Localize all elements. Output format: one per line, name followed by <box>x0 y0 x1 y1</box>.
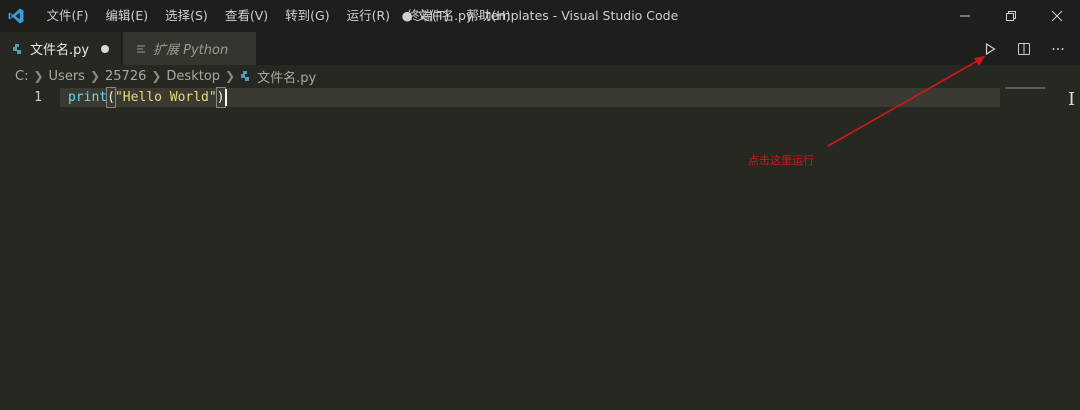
menu-view[interactable]: 查看(V) <box>216 0 276 32</box>
menu-run[interactable]: 运行(R) <box>338 0 398 32</box>
more-actions-button[interactable] <box>1048 39 1068 59</box>
run-button[interactable] <box>980 39 1000 59</box>
python-file-icon <box>240 70 252 82</box>
editor-actions <box>980 32 1068 65</box>
breadcrumb-user-folder[interactable]: 25726 <box>105 69 146 84</box>
annotation-label: 点击这里运行 <box>748 154 814 167</box>
close-icon <box>1051 10 1063 22</box>
code-editor[interactable]: 1 print ( "Hello World" ) I <box>0 87 1080 410</box>
code-line[interactable]: print ( "Hello World" ) <box>68 87 227 108</box>
split-editor-button[interactable] <box>1014 39 1034 59</box>
menu-go[interactable]: 转到(G) <box>277 0 338 32</box>
tab-file-label: 文件名.py <box>30 43 90 58</box>
menu-terminal[interactable]: 终端(T) <box>399 0 458 32</box>
breadcrumb-drive[interactable]: C: <box>15 69 28 84</box>
vscode-logo-icon <box>0 0 32 32</box>
menu-file[interactable]: 文件(F) <box>38 0 97 32</box>
restore-button[interactable] <box>988 0 1034 32</box>
chevron-right-icon: ❯ <box>33 69 44 83</box>
menu-edit[interactable]: 编辑(E) <box>97 0 157 32</box>
ibeam-cursor-icon: I <box>1068 89 1076 110</box>
window-controls <box>942 0 1080 32</box>
tabs-bar: 文件名.py 扩展 Python <box>0 32 1080 65</box>
breadcrumb-file[interactable]: 文件名.py <box>240 67 316 86</box>
python-file-icon <box>12 43 24 55</box>
ellipsis-icon <box>1052 47 1064 50</box>
breadcrumb-desktop[interactable]: Desktop <box>166 69 220 84</box>
unsaved-dot-icon[interactable] <box>101 44 110 53</box>
menu-selection[interactable]: 选择(S) <box>157 0 217 32</box>
menu-help[interactable]: 帮助(H) <box>458 0 519 32</box>
preview-icon <box>135 43 147 55</box>
token-string: "Hello World" <box>114 90 217 105</box>
chevron-right-icon: ❯ <box>89 69 100 83</box>
close-button[interactable] <box>1034 0 1080 32</box>
tab-extension-python[interactable]: 扩展 Python <box>123 32 256 65</box>
split-editor-icon <box>1018 42 1030 55</box>
token-function: print <box>68 90 108 105</box>
breadcrumb-file-label: 文件名.py <box>257 70 317 86</box>
minimap-line <box>1005 87 1045 89</box>
token-open-paren: ( <box>106 87 116 108</box>
title-bar: 文件(F) 编辑(E) 选择(S) 查看(V) 转到(G) 运行(R) 终端(T… <box>0 0 1080 32</box>
line-number: 1 <box>34 90 42 105</box>
restore-icon <box>1006 11 1016 21</box>
tab-file[interactable]: 文件名.py <box>0 32 121 65</box>
tab-extension-label: 扩展 Python <box>153 43 229 58</box>
minimize-button[interactable] <box>942 0 988 32</box>
menu-bar: 文件(F) 编辑(E) 选择(S) 查看(V) 转到(G) 运行(R) 终端(T… <box>38 0 519 32</box>
play-icon <box>985 42 996 55</box>
breadcrumb-users[interactable]: Users <box>49 69 85 84</box>
text-cursor <box>224 89 227 106</box>
chevron-right-icon: ❯ <box>151 69 162 83</box>
chevron-right-icon: ❯ <box>225 69 236 83</box>
token-close-paren: ) <box>215 87 226 108</box>
breadcrumb: C: ❯ Users ❯ 25726 ❯ Desktop ❯ 文件名.py <box>0 65 1080 87</box>
minimize-icon <box>960 15 970 17</box>
